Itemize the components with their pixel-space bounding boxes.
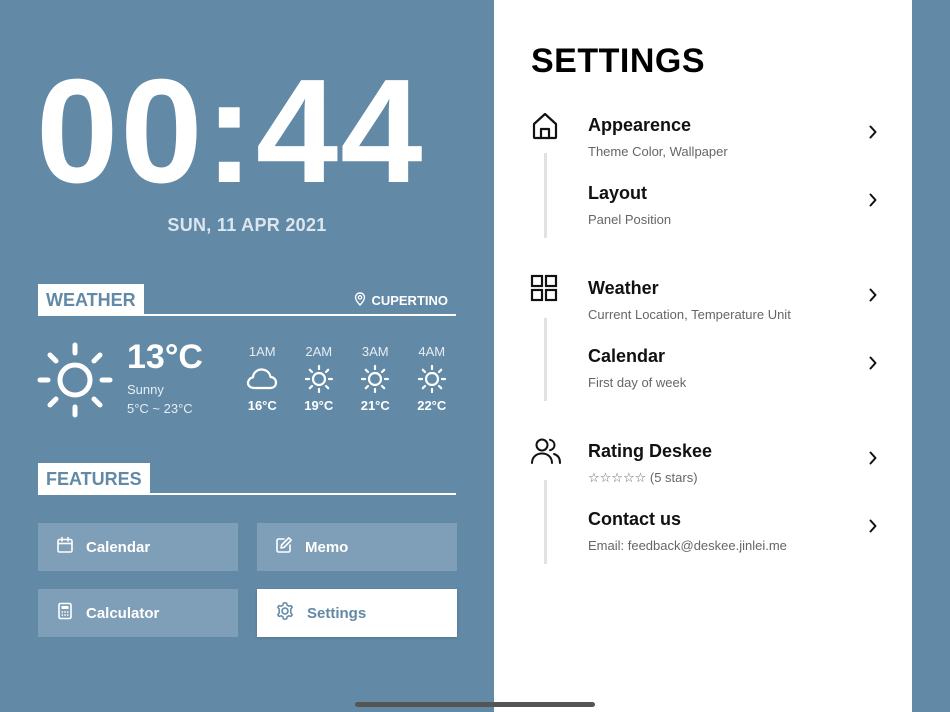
settings-title: SETTINGS [531, 42, 706, 80]
appearance-setting[interactable]: Appearence Theme Color, Wallpaper [588, 115, 878, 159]
clock-time: 00:44 [36, 49, 425, 214]
hour-temp: 16°C [247, 398, 277, 413]
calendar-icon [56, 536, 74, 558]
temperature-range: 5°C ~ 23°C [127, 401, 193, 416]
setting-subtitle: Current Location, Temperature Unit [588, 307, 791, 322]
home-icon [530, 111, 560, 146]
hour-temp: 19°C [304, 398, 334, 413]
group-divider [544, 480, 547, 564]
chevron-right-icon [868, 519, 878, 538]
sun-icon [291, 362, 348, 396]
location-name: CUPERTINO [371, 293, 448, 308]
chevron-right-icon [868, 193, 878, 212]
background-strip [912, 0, 950, 712]
setting-subtitle: Email: feedback@deskee.jinlei.me [588, 538, 787, 553]
hourly-item: 3AM 21°C [347, 344, 404, 413]
gear-icon [275, 601, 295, 625]
hour-time: 2AM [305, 344, 333, 359]
rating-setting[interactable]: Rating Deskee ☆☆☆☆☆ (5 stars) [588, 441, 878, 486]
setting-title: Contact us [588, 509, 682, 529]
edit-icon [275, 536, 293, 558]
hour-temp: 22°C [417, 398, 447, 413]
sun-icon [347, 362, 404, 396]
home-indicator[interactable] [355, 702, 595, 707]
setting-title: Appearence [588, 115, 692, 135]
calculator-button[interactable]: Calculator [38, 589, 238, 637]
calculator-button-label: Calculator [86, 604, 160, 622]
chevron-right-icon [868, 125, 878, 144]
memo-button-label: Memo [305, 538, 349, 556]
hour-temp: 21°C [360, 398, 390, 413]
setting-title: Layout [588, 183, 648, 203]
setting-subtitle: Theme Color, Wallpaper [588, 144, 728, 159]
grid-icon [530, 274, 558, 307]
current-condition: Sunny [127, 382, 164, 397]
memo-button[interactable]: Memo [257, 523, 457, 571]
settings-panel: SETTINGS Appearence Theme Color, Wallpap… [494, 0, 912, 712]
hourly-item: 4AM 22°C [404, 344, 461, 413]
settings-button-label: Settings [307, 604, 367, 622]
features-section-header: FEATURES [38, 463, 456, 495]
hourly-item: 1AM 16°C [234, 344, 291, 413]
dashboard-panel: 00:44 SUN, 11 APR 2021 WEATHER CUPERTINO… [0, 0, 494, 712]
cloud-icon [234, 362, 291, 396]
hour-time: 4AM [418, 344, 446, 359]
calendar-setting[interactable]: Calendar First day of week [588, 346, 878, 390]
calendar-button[interactable]: Calendar [38, 523, 238, 571]
hour-time: 3AM [361, 344, 389, 359]
clock-date: SUN, 11 APR 2021 [167, 215, 327, 235]
calendar-button-label: Calendar [86, 538, 151, 556]
setting-subtitle: Panel Position [588, 212, 672, 227]
hourly-forecast: 1AM 16°C 2AM 19°C 3AM 21°C 4AM 22°C [234, 344, 460, 413]
sun-icon [36, 340, 114, 425]
users-icon [530, 436, 562, 471]
contact-setting[interactable]: Contact us Email: feedback@deskee.jinlei… [588, 509, 878, 553]
calculator-icon [56, 602, 74, 624]
weather-setting[interactable]: Weather Current Location, Temperature Un… [588, 278, 878, 322]
chevron-right-icon [868, 288, 878, 307]
setting-title: Weather [588, 278, 659, 298]
current-temperature: 13°C [127, 338, 203, 376]
settings-button[interactable]: Settings [257, 589, 457, 637]
setting-subtitle: First day of week [588, 375, 687, 390]
setting-subtitle: ☆☆☆☆☆ (5 stars) [588, 470, 698, 485]
layout-setting[interactable]: Layout Panel Position [588, 183, 878, 227]
features-header-label: FEATURES [38, 463, 150, 495]
setting-title: Calendar [588, 346, 666, 366]
chevron-right-icon [868, 356, 878, 375]
sun-icon [404, 362, 461, 396]
hourly-item: 2AM 19°C [291, 344, 348, 413]
group-divider [544, 318, 547, 401]
weather-header-label: WEATHER [38, 284, 144, 316]
weather-section-header: WEATHER CUPERTINO [38, 284, 456, 316]
location-pin-icon [354, 292, 366, 309]
hour-time: 1AM [248, 344, 276, 359]
location-label[interactable]: CUPERTINO [354, 292, 448, 309]
setting-title: Rating Deskee [588, 441, 713, 461]
chevron-right-icon [868, 451, 878, 470]
group-divider [544, 153, 547, 238]
